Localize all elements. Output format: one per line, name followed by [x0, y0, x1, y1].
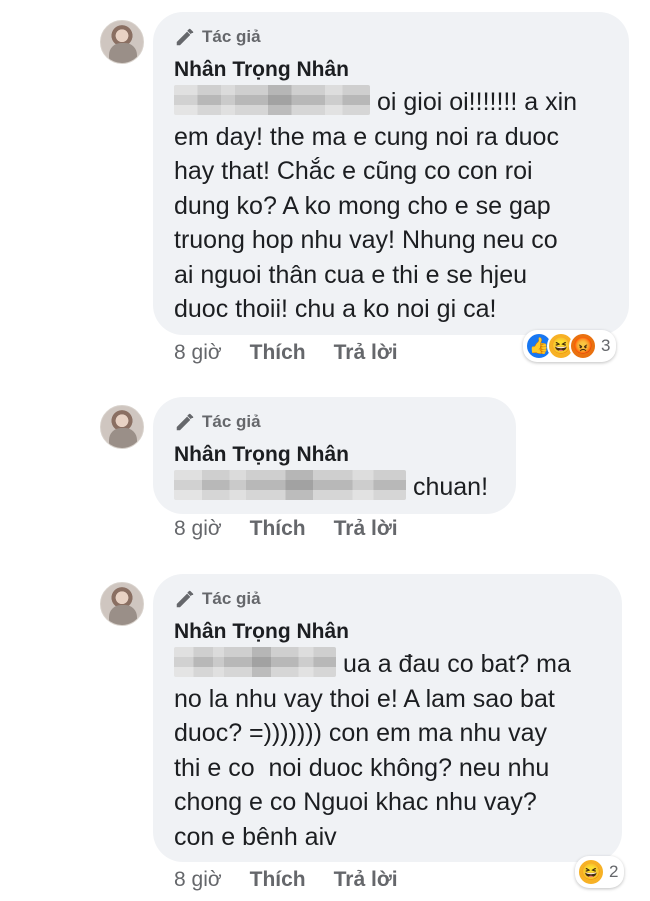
- comment-actions: 8 giờ Thích Trả lời: [174, 341, 398, 365]
- author-badge: Tác giả: [174, 26, 607, 48]
- comment-bubble: Tác giả Nhân Trọng Nhân ua a đau co bat?…: [153, 574, 622, 862]
- comment-line-text: chuan!: [412, 473, 489, 501]
- redacted-mention: [174, 470, 406, 500]
- haha-icon: 😆: [577, 858, 605, 886]
- reply-button[interactable]: Trả lời: [334, 341, 398, 365]
- comment-line: con e bênh aiv: [174, 822, 337, 851]
- comment-text: ua a đau co bat? ma no la nhu vay thoi e…: [174, 647, 600, 854]
- comment-line: oi gioi oi!!!!!!! a xin: [174, 85, 607, 120]
- comment-actions: 8 giờ Thích Trả lời: [174, 868, 398, 892]
- avatar[interactable]: [100, 20, 144, 64]
- timestamp[interactable]: 8 giờ: [174, 341, 222, 365]
- comment-line: hay that! Chắc e cũng co con roi: [174, 157, 533, 185]
- comment-bubble: Tác giả Nhân Trọng Nhân chuan!: [153, 397, 516, 514]
- redacted-mention: [174, 647, 336, 677]
- author-badge-label: Tác giả: [202, 412, 261, 431]
- author-badge: Tác giả: [174, 588, 600, 610]
- timestamp[interactable]: 8 giờ: [174, 868, 222, 892]
- avatar[interactable]: [100, 582, 144, 626]
- comment-line: chong e co Nguoi khac nhu vay?: [174, 788, 537, 816]
- reply-button[interactable]: Trả lời: [334, 517, 398, 541]
- author-badge: Tác giả: [174, 411, 494, 433]
- timestamp[interactable]: 8 giờ: [174, 517, 222, 541]
- comment-line: thi e co noi duoc không? neu nhu: [174, 753, 550, 782]
- comment-actions: 8 giờ Thích Trả lời: [174, 517, 398, 541]
- comment-line: duoc thoii! chu a ko noi gi ca!: [174, 295, 497, 323]
- pencil-icon: [176, 590, 194, 608]
- comment-line: dung ko? A ko mong cho e se gap: [174, 191, 551, 220]
- angry-icon: 😡: [569, 332, 597, 360]
- comment-line-text: ua a đau co bat? ma: [342, 650, 571, 678]
- comment-bubble: Tác giả Nhân Trọng Nhân oi gioi oi!!!!!!…: [153, 12, 629, 335]
- reply-button[interactable]: Trả lời: [334, 868, 398, 892]
- like-button[interactable]: Thích: [250, 868, 306, 892]
- author-name[interactable]: Nhân Trọng Nhân: [174, 619, 600, 645]
- like-button[interactable]: Thích: [250, 341, 306, 365]
- like-button[interactable]: Thích: [250, 517, 306, 541]
- reaction-count: 3: [601, 336, 611, 355]
- comment-line: no la nhu vay thoi e! A lam sao bat: [174, 684, 555, 713]
- comment-line: chuan!: [174, 470, 494, 505]
- author-name[interactable]: Nhân Trọng Nhân: [174, 442, 494, 468]
- comment-line-text: oi gioi oi!!!!!!! a xin: [376, 88, 578, 116]
- redacted-mention: [174, 85, 370, 115]
- reaction-summary[interactable]: 👍 😆 😡 3: [523, 330, 617, 362]
- avatar[interactable]: [100, 405, 144, 449]
- author-name[interactable]: Nhân Trọng Nhân: [174, 57, 607, 83]
- comment-line: truong hop nhu vay! Nhung neu co: [174, 226, 558, 254]
- comment-line: ai nguoi thân cua e thi e se hjeu: [174, 260, 528, 289]
- author-badge-label: Tác giả: [202, 589, 261, 608]
- reaction-summary[interactable]: 😆 2: [575, 856, 625, 888]
- comment-line: duoc? =))))))) con em ma nhu vay: [174, 719, 548, 747]
- reaction-count: 2: [609, 862, 619, 881]
- pencil-icon: [176, 413, 194, 431]
- comment-line: em day! the ma e cung noi ra duoc: [174, 122, 559, 151]
- comment-line: ua a đau co bat? ma: [174, 647, 600, 682]
- comment-text: oi gioi oi!!!!!!! a xin em day! the ma e…: [174, 85, 607, 327]
- pencil-icon: [176, 28, 194, 46]
- comment-text: chuan!: [174, 470, 494, 505]
- author-badge-label: Tác giả: [202, 27, 261, 46]
